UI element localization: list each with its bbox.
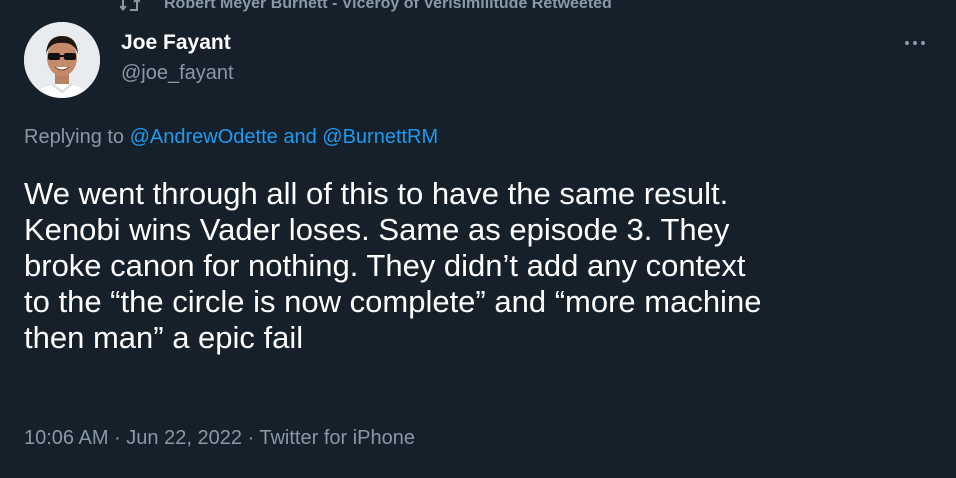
tweet-time[interactable]: 10:06 AM: [24, 427, 109, 449]
tweet-text: We went through all of this to have the …: [24, 176, 939, 356]
retweet-context-label[interactable]: Robert Meyer Burnett - Viceroy of Verisi…: [164, 0, 612, 13]
more-options-button[interactable]: [898, 26, 932, 60]
retweet-context: Robert Meyer Burnett - Viceroy of Verisi…: [120, 0, 612, 14]
meta-separator: ·: [108, 427, 127, 449]
meta-separator: ·: [241, 427, 260, 449]
reply-context: Replying to @AndrewOdette and @BurnettRM: [24, 126, 438, 149]
tweet-text-line: broke canon for nothing. They didn’t add…: [24, 248, 746, 283]
tweet-meta: 10:06 AM · Jun 22, 2022 · Twitter for iP…: [24, 427, 415, 450]
retweet-icon: [120, 0, 140, 12]
tweet-text-line: Kenobi wins Vader loses. Same as episode…: [24, 212, 730, 247]
tweet-text-line: We went through all of this to have the …: [24, 176, 729, 211]
author-display-name[interactable]: Joe Fayant: [121, 31, 231, 55]
tweet-date[interactable]: Jun 22, 2022: [126, 427, 242, 449]
reply-context-conjunction[interactable]: and: [278, 126, 322, 148]
tweet-text-line: to the “the circle is now complete” and …: [24, 284, 762, 319]
mention-link-andrewodette[interactable]: @AndrewOdette: [130, 126, 278, 148]
tweet-text-line: then man” a epic fail: [24, 320, 304, 355]
reply-context-prefix: Replying to: [24, 126, 130, 148]
tweet-source[interactable]: Twitter for iPhone: [259, 427, 415, 449]
avatar[interactable]: [24, 22, 100, 98]
mention-link-burnettrm[interactable]: @BurnettRM: [322, 126, 438, 148]
author-handle[interactable]: @joe_fayant: [121, 62, 234, 85]
more-dots-icon: [905, 41, 925, 45]
